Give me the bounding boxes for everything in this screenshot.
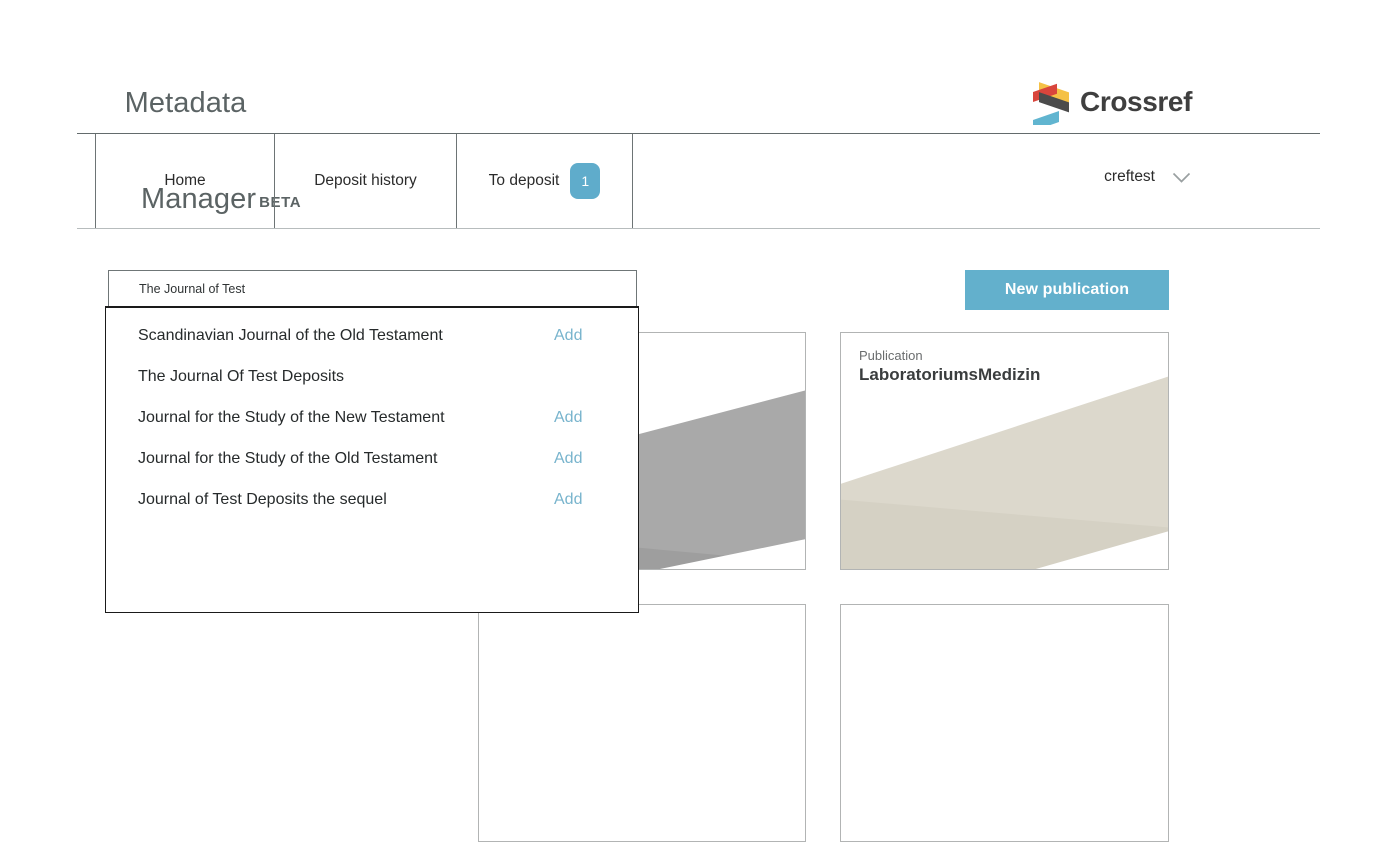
suggestion-item[interactable]: Journal for the Study of the New Testame… <box>106 397 638 438</box>
suggestion-label: Journal for the Study of the Old Testame… <box>138 450 554 468</box>
new-publication-button[interactable]: New publication <box>965 270 1169 310</box>
suggestion-add-link[interactable]: Add <box>554 491 638 509</box>
suggestion-item[interactable]: Journal of Test Deposits the sequel Add <box>106 479 638 520</box>
publication-search-input[interactable] <box>108 270 637 306</box>
suggestion-label: The Journal Of Test Deposits <box>138 368 554 386</box>
suggestion-item[interactable]: Journal for the Study of the Old Testame… <box>106 438 638 479</box>
suggestion-add-link[interactable]: Add <box>554 409 638 427</box>
suggestion-add-link[interactable]: Add <box>554 327 638 345</box>
publication-card[interactable] <box>840 604 1169 842</box>
suggestion-label: Scandinavian Journal of the Old Testamen… <box>138 327 554 345</box>
publication-card[interactable] <box>478 604 806 842</box>
card-text: Publication LaboratoriumsMedizin <box>859 347 1158 386</box>
publication-search-suggestions: Scandinavian Journal of the Old Testamen… <box>105 306 639 613</box>
card-title: LaboratoriumsMedizin <box>859 364 1158 386</box>
card-kind-label: Publication <box>859 347 1158 364</box>
publication-card[interactable]: Publication LaboratoriumsMedizin <box>840 332 1169 570</box>
suggestion-item[interactable]: Scandinavian Journal of the Old Testamen… <box>106 315 638 356</box>
suggestion-item[interactable]: The Journal Of Test Deposits Add <box>106 356 638 397</box>
suggestion-label: Journal for the Study of the New Testame… <box>138 409 554 427</box>
suggestion-add-link[interactable]: Add <box>554 450 638 468</box>
suggestion-label: Journal of Test Deposits the sequel <box>138 491 554 509</box>
